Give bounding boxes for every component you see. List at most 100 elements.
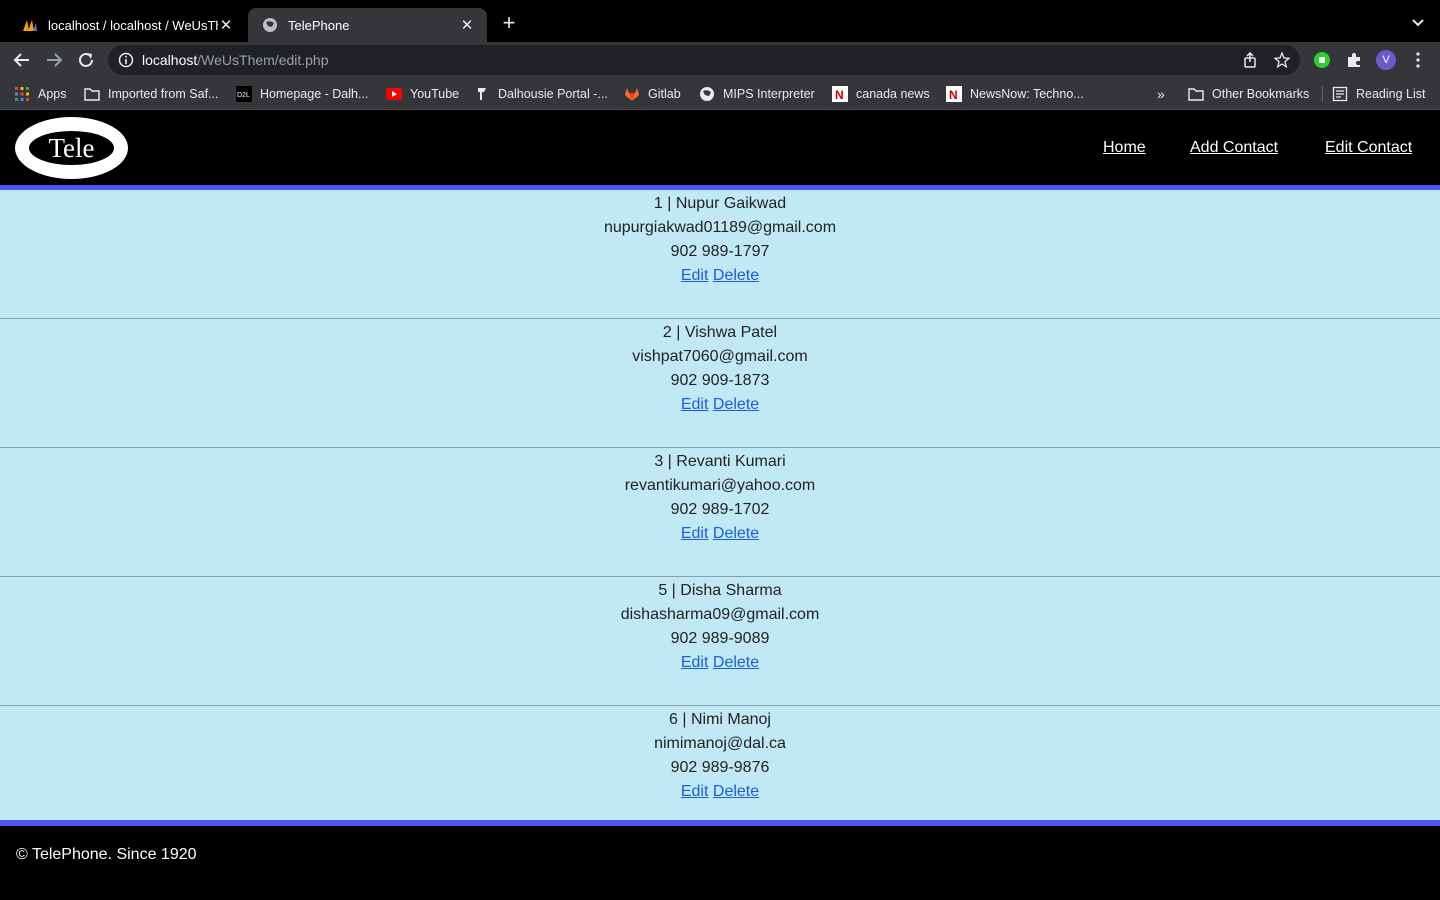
bookmark-label: Gitlab [648,87,681,101]
site-footer: © TelePhone. Since 1920 [0,826,1440,900]
contact-card: 5 | Disha Sharma dishasharma09@gmail.com… [0,577,1440,706]
delete-link[interactable]: Delete [713,267,759,284]
address-bar[interactable]: localhost/WeUsThem/edit.php [108,45,1300,75]
profile-avatar[interactable]: V [1376,50,1396,70]
bookmark-label: Other Bookmarks [1212,87,1310,101]
bookmark-newsnow[interactable]: N NewsNow: Techno... [946,85,1084,103]
delete-link[interactable]: Delete [713,654,759,671]
contact-phone: 902 989-9876 [670,759,770,776]
bookmark-label: Imported from Saf... [108,87,219,101]
contact-actions: Edit Delete [0,780,1440,804]
extension-green-icon[interactable] [1312,50,1332,70]
logo-text: Tele [29,131,114,165]
contact-actions: Edit Delete [0,393,1440,417]
puzzle-extensions-icon[interactable] [1344,50,1364,70]
new-tab-plus-icon[interactable]: + [498,12,520,34]
bookmark-label: canada news [856,87,930,101]
tab-title: TelePhone [288,17,350,33]
contact-card: 1 | Nupur Gaikwad nupurgiakwad01189@gmai… [0,190,1440,319]
globe-icon [699,86,715,102]
dal-icon [474,86,490,102]
bookmark-label: Homepage - Dalh... [260,87,369,101]
contact-phone: 902 989-9089 [670,630,770,647]
share-icon[interactable] [1242,51,1258,68]
bookmark-apps[interactable]: Apps [14,85,67,103]
contact-actions: Edit Delete [0,264,1440,288]
bookmark-mips[interactable]: MIPS Interpreter [699,85,815,103]
edit-link[interactable]: Edit [681,525,709,542]
phpmyadmin-icon [22,17,38,33]
contact-email: dishasharma09@gmail.com [620,606,820,623]
bookmark-other-folder[interactable]: Other Bookmarks [1188,85,1309,103]
delete-link[interactable]: Delete [713,783,759,800]
contact-heading: 2 | Vishwa Patel [662,324,778,341]
nav-add-contact-link[interactable]: Add Contact [1190,139,1278,157]
delete-link[interactable]: Delete [713,525,759,542]
bookmark-label: MIPS Interpreter [723,87,815,101]
contact-phone: 902 989-1797 [670,243,770,260]
contact-email: nimimanoj@dal.ca [654,735,786,752]
bookmark-imported-folder[interactable]: Imported from Saf... [84,85,218,103]
contact-email: vishpat7060@gmail.com [632,348,808,365]
url-text: localhost/WeUsThem/edit.php [142,52,329,68]
footer-copyright: © TelePhone. Since 1920 [16,846,197,863]
apps-grid-icon [14,86,30,102]
info-icon[interactable] [118,52,134,68]
svg-text:D2L: D2L [237,92,250,99]
contacts-list: 1 | Nupur Gaikwad nupurgiakwad01189@gmai… [0,190,1440,820]
star-bookmark-icon[interactable] [1273,51,1291,69]
folder-icon [1188,86,1204,102]
bookmarks-divider [1322,86,1323,102]
url-host: localhost [142,52,198,68]
url-path: /WeUsThem/edit.php [197,52,329,68]
chevron-down-icon[interactable] [1410,14,1426,30]
bookmark-label: Apps [38,87,67,101]
back-arrow-icon[interactable] [10,48,34,72]
newsnow-icon: N [946,86,962,102]
forward-arrow-icon[interactable] [42,48,66,72]
bookmarks-bar: Apps Imported from Saf... D2L Homepage -… [0,78,1440,110]
site-logo[interactable]: Tele [15,117,128,179]
edit-link[interactable]: Edit [681,783,709,800]
bookmark-dalhousie[interactable]: Dalhousie Portal -... [474,85,608,103]
contact-heading: 6 | Nimi Manoj [669,711,771,728]
delete-link[interactable]: Delete [713,396,759,413]
youtube-icon [386,86,402,102]
site-header: Tele Home Add Contact Edit Contact [0,111,1440,185]
reading-list-button[interactable]: Reading List [1332,85,1426,103]
contact-phone: 902 909-1873 [670,372,770,389]
tab-telephone[interactable]: TelePhone ✕ [248,8,487,42]
close-icon[interactable]: ✕ [459,16,475,34]
contact-actions: Edit Delete [0,651,1440,675]
reading-list-icon [1332,86,1348,102]
bookmarks-overflow-chevron-icon[interactable]: » [1157,85,1165,103]
kebab-menu-icon[interactable] [1408,50,1428,70]
reload-icon[interactable] [74,48,98,72]
browser-toolbar: localhost/WeUsThem/edit.php V [0,42,1440,78]
edit-link[interactable]: Edit [681,396,709,413]
nav-edit-contact-link[interactable]: Edit Contact [1325,139,1412,157]
bookmark-canada-news[interactable]: N canada news [832,85,930,103]
bookmark-label: Reading List [1356,87,1426,101]
nav-home-link[interactable]: Home [1103,139,1146,157]
bookmark-d2l[interactable]: D2L Homepage - Dalh... [236,85,368,103]
contact-phone: 902 989-1702 [670,501,770,518]
contact-card: 3 | Revanti Kumari revantikumari@yahoo.c… [0,448,1440,577]
edit-link[interactable]: Edit [681,654,709,671]
profile-initial: V [1382,54,1390,66]
contact-heading: 1 | Nupur Gaikwad [653,195,787,212]
bookmark-label: NewsNow: Techno... [970,87,1084,101]
svg-text:N: N [949,88,958,102]
bookmark-youtube[interactable]: YouTube [386,85,459,103]
browser-tabstrip: localhost / localhost / WeUsThe ✕ TelePh… [0,0,1440,42]
contact-email: nupurgiakwad01189@gmail.com [603,219,837,236]
bookmark-label: YouTube [410,87,460,101]
bookmark-gitlab[interactable]: Gitlab [624,85,681,103]
svg-text:N: N [835,88,844,102]
edit-link[interactable]: Edit [681,267,709,284]
close-icon[interactable]: ✕ [218,16,234,34]
contact-heading: 5 | Disha Sharma [658,582,782,599]
contact-actions: Edit Delete [0,522,1440,546]
tab-phpmyadmin[interactable]: localhost / localhost / WeUsThe ✕ [8,8,246,42]
d2l-icon: D2L [236,86,252,102]
